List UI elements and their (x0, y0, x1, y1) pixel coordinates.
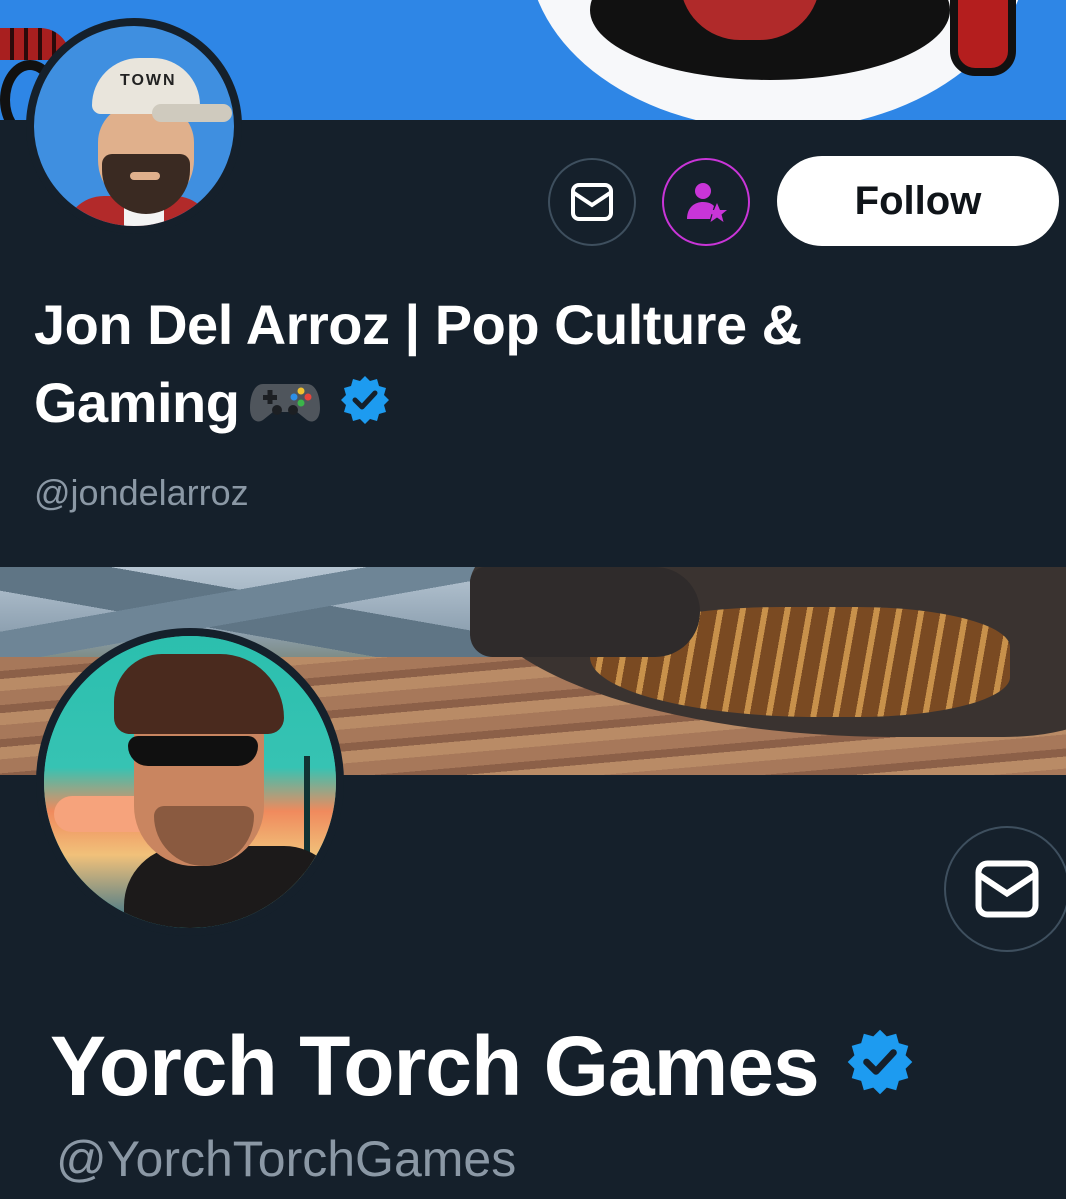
profile-list: TOWN Follow Jon Del Arroz | Pop Culture … (0, 0, 1066, 1199)
display-name-text: Yorch Torch Games (50, 1019, 820, 1113)
envelope-icon (571, 183, 613, 221)
subscribe-button[interactable] (662, 158, 750, 246)
avatar[interactable] (36, 628, 344, 936)
user-handle: @YorchTorchGames (56, 1131, 517, 1187)
user-handle: @jondelarroz (34, 472, 249, 513)
avatar-art (124, 846, 336, 928)
envelope-icon (975, 860, 1039, 918)
avatar-art (130, 172, 160, 180)
display-name: Jon Del Arroz | Pop Culture & Gaming (34, 286, 1034, 446)
verified-badge-icon[interactable] (339, 368, 391, 446)
banner-art (950, 0, 1016, 76)
display-name: Yorch Torch Games (50, 1016, 915, 1118)
avatar-art (128, 736, 258, 766)
display-name-text-line2: Gaming (34, 371, 240, 434)
avatar-art (114, 654, 284, 734)
person-star-icon (687, 183, 727, 222)
avatar-art (152, 104, 232, 122)
verified-badge-icon[interactable] (845, 1018, 915, 1118)
message-button[interactable] (548, 158, 636, 246)
game-controller-emoji-icon (249, 368, 321, 446)
avatar-cap-text: TOWN (120, 72, 177, 89)
avatar[interactable]: TOWN (26, 18, 242, 234)
display-name-text: Jon Del Arroz | Pop Culture & (34, 293, 802, 356)
message-button[interactable] (944, 826, 1066, 952)
banner-art (470, 567, 700, 657)
follow-button[interactable]: Follow (777, 156, 1059, 246)
